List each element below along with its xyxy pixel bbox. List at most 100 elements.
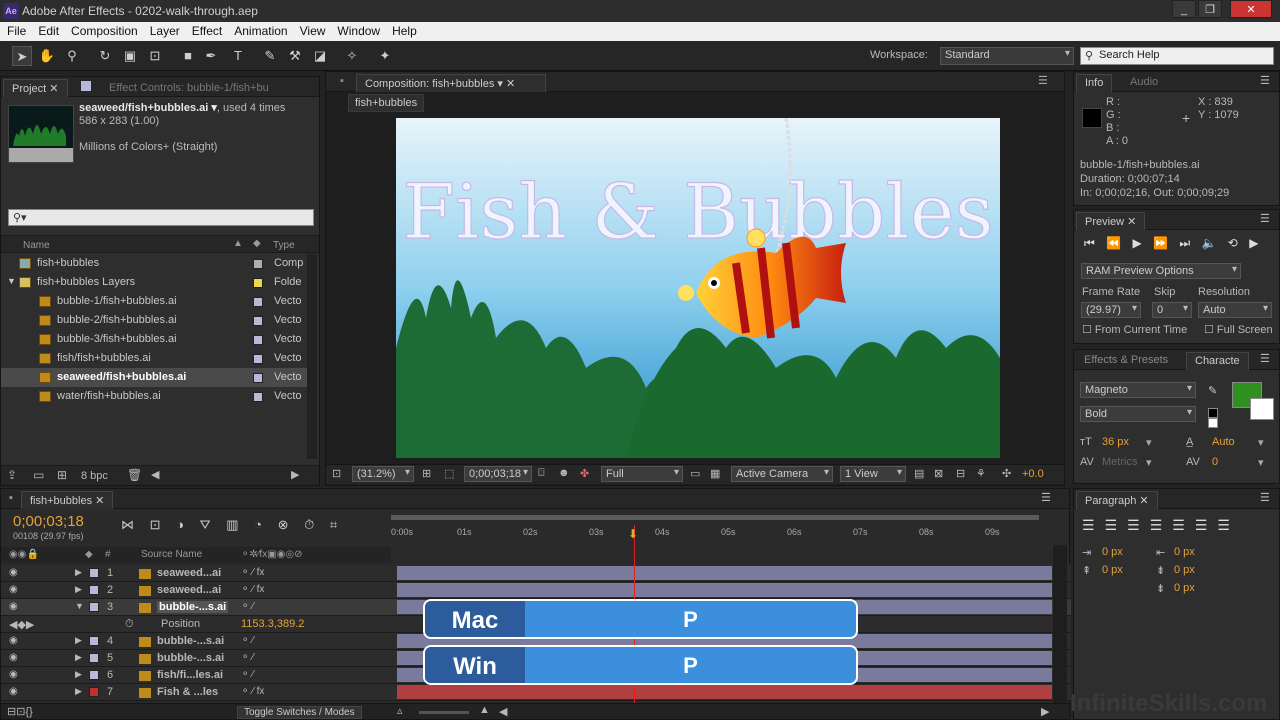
region-of-interest-icon[interactable]: ▭ <box>690 467 700 480</box>
layer-duration-bar[interactable] <box>397 566 1052 580</box>
auto-keyframe-icon[interactable]: ⏱ <box>304 517 314 532</box>
zoom-tool-icon[interactable]: ⚲ <box>62 46 82 66</box>
timeline-timecode[interactable]: 0;00;03;18 <box>13 513 84 530</box>
comp-mini-flowchart-icon[interactable]: ⊡ <box>150 517 161 532</box>
zoom-in-icon[interactable]: ▲ <box>479 704 490 716</box>
indent-left-value[interactable]: 0 px <box>1102 546 1123 558</box>
eye-icon[interactable]: ◉ <box>9 669 18 680</box>
menu-edit[interactable]: Edit <box>31 22 64 38</box>
eyedropper-icon[interactable]: ✎ <box>1208 384 1217 397</box>
dropdown-icon[interactable]: ▾ <box>1258 436 1264 449</box>
comp-breadcrumb[interactable]: fish+bubbles <box>348 94 425 112</box>
always-preview-icon[interactable]: ⊡ <box>332 467 341 480</box>
frame-rate-dropdown[interactable]: (29.97) <box>1081 302 1141 318</box>
layer-switches-icon[interactable]: ⚬ ⁄ fx <box>241 567 264 578</box>
view-layout-dropdown[interactable]: 1 View <box>840 466 906 482</box>
layer-name[interactable]: bubble-...s.ai <box>157 635 224 647</box>
rotate-tool-icon[interactable]: ↻ <box>95 46 115 66</box>
search-layers-icon[interactable]: ⋈ <box>121 517 134 532</box>
tracking-value[interactable]: 0 <box>1212 456 1218 468</box>
motion-blur-icon[interactable]: ◔ <box>254 517 262 532</box>
expand-layer-icon[interactable]: ⊟⊡{} <box>7 705 33 718</box>
lock-icon[interactable]: ▪ <box>340 75 344 87</box>
graph-editor-icon[interactable]: ⌗ <box>330 517 337 532</box>
rectangle-tool-icon[interactable]: ■ <box>178 46 198 66</box>
flowchart-icon[interactable]: ⚘ <box>976 467 986 480</box>
font-size-value[interactable]: 36 px <box>1102 436 1129 448</box>
dropdown-icon[interactable]: ▾ <box>1146 436 1152 449</box>
work-area-bar[interactable] <box>391 515 1039 520</box>
exposure-value[interactable]: +0.0 <box>1022 468 1044 480</box>
tab-info[interactable]: Info <box>1076 74 1113 92</box>
fast-previews-icon[interactable]: ⊠ <box>934 467 943 480</box>
tab-character[interactable]: Characte <box>1186 352 1249 370</box>
frame-blending-icon[interactable]: ▥ <box>226 517 238 532</box>
timeline-layer-row[interactable]: ◉ ▶ 7 Fish & ...les ⚬ ⁄ fx <box>1 684 1071 701</box>
stroke-color-swatch[interactable] <box>1250 398 1274 420</box>
ram-preview-icon[interactable]: ▶ <box>1249 236 1258 250</box>
layer-name[interactable]: Fish & ...les <box>157 686 218 698</box>
white-swatch[interactable] <box>1208 418 1218 428</box>
layer-switches-icon[interactable]: ⚬ ⁄ fx <box>241 686 264 697</box>
disclosure-triangle-icon[interactable]: ▶ <box>75 635 82 646</box>
bit-depth-button[interactable]: 8 bpc <box>81 470 108 482</box>
panel-menu-icon[interactable]: ☰ <box>1260 74 1270 87</box>
full-screen-checkbox[interactable]: ☐ Full Screen <box>1204 323 1273 336</box>
tab-audio[interactable]: Audio <box>1122 74 1166 92</box>
pan-behind-tool-icon[interactable]: ⊡ <box>145 46 165 66</box>
toggle-switches-button[interactable]: Toggle Switches / Modes <box>237 706 362 719</box>
search-help-input[interactable]: Search Help <box>1080 47 1274 65</box>
layer-name[interactable]: fish/fi...les.ai <box>157 669 223 681</box>
panel-menu-icon[interactable]: ☰ <box>1041 491 1051 504</box>
layer-name[interactable]: bubble-...s.ai <box>157 652 224 664</box>
layer-name[interactable]: bubble-...s.ai <box>157 601 229 613</box>
panel-menu-icon[interactable]: ☰ <box>1038 74 1048 87</box>
safe-zones-icon[interactable]: ⊞ <box>422 467 431 480</box>
project-item[interactable]: water/fish+bubbles.ai Vecto <box>1 387 317 406</box>
resolution-dropdown[interactable]: Full <box>601 466 683 482</box>
draft-3d-icon[interactable]: ◑ <box>176 517 184 532</box>
label-color[interactable] <box>89 670 99 680</box>
space-after-value[interactable]: 0 px <box>1174 582 1195 594</box>
eye-icon[interactable]: ◉ <box>9 567 18 578</box>
dropdown-icon[interactable]: ▾ <box>1258 456 1264 469</box>
interpret-footage-icon[interactable]: ⇪ <box>7 468 17 482</box>
timeline-icon[interactable]: ⊟ <box>956 467 965 480</box>
menu-window[interactable]: Window <box>330 22 385 38</box>
scroll-right-icon[interactable]: ▶ <box>1041 705 1049 718</box>
font-family-dropdown[interactable]: Magneto <box>1080 382 1196 398</box>
align-right-icon[interactable]: ☰ <box>1127 517 1150 533</box>
timeline-scrollbar[interactable] <box>1053 545 1067 705</box>
justify-all-icon[interactable]: ☰ <box>1217 517 1240 533</box>
layer-name[interactable]: seaweed...ai <box>157 584 221 596</box>
ram-preview-options-dropdown[interactable]: RAM Preview Options <box>1081 263 1241 279</box>
label-color[interactable] <box>253 259 263 269</box>
disclosure-triangle-icon[interactable]: ▶ <box>75 686 82 697</box>
prev-frame-icon[interactable]: ⏪ <box>1106 236 1121 250</box>
hand-tool-icon[interactable]: ✋ <box>37 46 57 66</box>
disclosure-triangle-icon[interactable]: ▼ <box>7 276 16 286</box>
current-time-field[interactable]: 0;00;03;18 <box>464 466 532 482</box>
label-color[interactable] <box>89 585 99 595</box>
menu-composition[interactable]: Composition <box>64 22 143 38</box>
audio-icon[interactable]: 🔈 <box>1201 236 1216 250</box>
eye-icon[interactable]: ◉ <box>9 652 18 663</box>
show-snapshot-icon[interactable]: ☻ <box>558 467 570 479</box>
space-before-value[interactable]: 0 px <box>1174 564 1195 576</box>
from-current-time-checkbox[interactable]: ☐ From Current Time <box>1082 323 1187 336</box>
eye-icon[interactable]: ◉ <box>9 635 18 646</box>
dropdown-icon[interactable]: ▾ <box>1146 456 1152 469</box>
maximize-button[interactable]: ❐ <box>1198 0 1222 18</box>
indent-first-value[interactable]: 0 px <box>1102 564 1123 576</box>
last-frame-icon[interactable]: ⏭ <box>1179 236 1190 250</box>
disclosure-triangle-icon[interactable]: ▶ <box>75 567 82 578</box>
menu-effect[interactable]: Effect <box>185 22 227 38</box>
exposure-icon[interactable]: ✣ <box>1002 467 1011 480</box>
loop-icon[interactable]: ⟲ <box>1228 236 1238 250</box>
align-left-icon[interactable]: ☰ <box>1082 517 1105 533</box>
disclosure-triangle-icon[interactable]: ▶ <box>75 584 82 595</box>
label-color[interactable] <box>253 316 263 326</box>
scroll-left-icon[interactable]: ◀ <box>151 468 159 481</box>
snapshot-icon[interactable]: ⌼ <box>538 467 545 480</box>
mask-visibility-icon[interactable]: ⬚ <box>444 467 454 480</box>
